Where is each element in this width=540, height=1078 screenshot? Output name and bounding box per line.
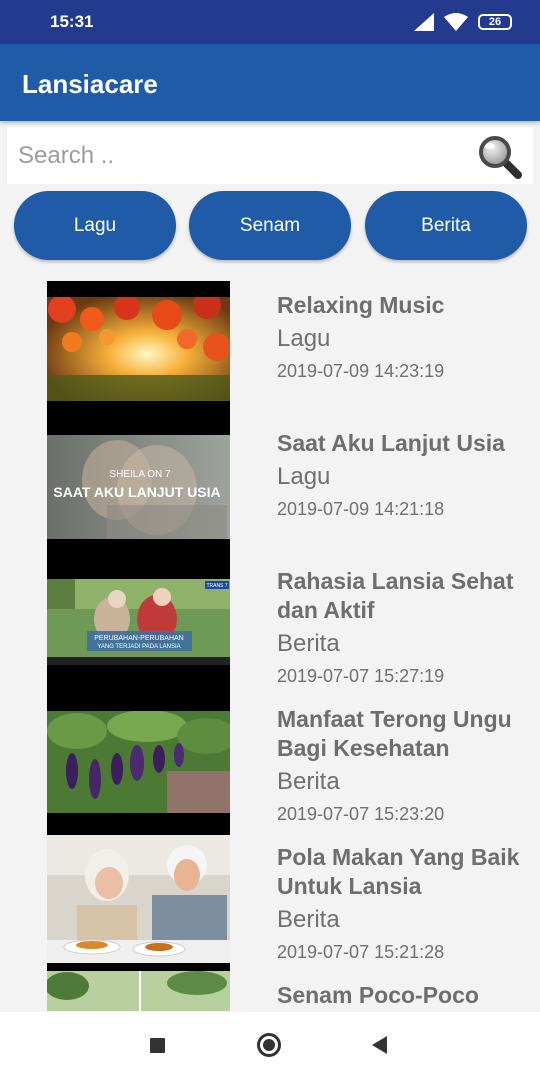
app-title: Lansiacare (22, 69, 158, 99)
item-title: Manfaat Terong Ungu Bagi Kesehatan (277, 706, 512, 761)
content-list: Relaxing Music Lagu 2019-07-09 14:23:19 (0, 281, 540, 1011)
item-thumbnail (47, 833, 230, 971)
item-category: Lagu (277, 463, 331, 490)
thumb-channel-text: TRANS 7 (206, 583, 227, 589)
elderly-couple-image (47, 835, 230, 963)
list-item[interactable]: Senam Poco-Poco (0, 971, 540, 1011)
item-text: Saat Aku Lanjut Usia Lagu 2019-07-09 14:… (277, 429, 535, 521)
search-bar (7, 127, 533, 184)
thumb-artist-text: SHEILA ON 7 (109, 469, 171, 480)
item-date: 2019-07-07 15:27:19 (277, 666, 445, 686)
back-button[interactable] (372, 1036, 387, 1054)
wifi-icon (444, 13, 468, 31)
item-text: Rahasia Lansia Sehat dan Aktif Berita 20… (277, 567, 535, 688)
exercise-video-image (47, 971, 230, 1011)
item-date: 2019-07-09 14:21:18 (277, 499, 445, 519)
app-bar: Lansiacare (0, 44, 540, 121)
status-time: 15:31 (50, 12, 94, 31)
search-icon[interactable] (477, 134, 523, 180)
item-title: Relaxing Music (277, 292, 445, 318)
item-category: Berita (277, 630, 340, 657)
list-item[interactable]: Manfaat Terong Ungu Bagi Kesehatan Berit… (0, 695, 540, 833)
item-date: 2019-07-09 14:23:19 (277, 361, 445, 381)
item-date: 2019-07-07 15:23:20 (277, 804, 445, 824)
battery-icon: 26 (478, 14, 512, 30)
item-thumbnail (47, 695, 230, 833)
thumb-song-text: SAAT AKU LANJUT USIA (53, 484, 220, 500)
song-cover-image: SHEILA ON 7 SAAT AKU LANJUT USIA (47, 435, 230, 539)
list-item[interactable]: Pola Makan Yang Baik Untuk Lansia Berita… (0, 833, 540, 971)
signal-icon (414, 13, 434, 31)
item-text: Manfaat Terong Ungu Bagi Kesehatan Berit… (277, 705, 535, 826)
item-title: Saat Aku Lanjut Usia (277, 430, 505, 456)
home-button[interactable] (257, 1033, 281, 1057)
news-video-image: PERUBAHAN-PERUBAHAN YANG TERJADI PADA LA… (47, 579, 230, 665)
item-thumbnail (47, 971, 230, 1011)
battery-level: 26 (488, 15, 502, 28)
item-text: Relaxing Music Lagu 2019-07-09 14:23:19 (277, 291, 535, 383)
item-title: Senam Poco-Poco (277, 982, 479, 1008)
recent-apps-button[interactable] (150, 1038, 165, 1053)
item-category: Berita (277, 768, 340, 795)
screen: 15:31 26 Lansiacare Search .. Lagu Senam… (0, 0, 540, 1078)
item-thumbnail: SHEILA ON 7 SAAT AKU LANJUT USIA (47, 419, 230, 557)
thumb-caption-line2: YANG TERJADI PADA LANSIA (97, 644, 180, 650)
item-text: Pola Makan Yang Baik Untuk Lansia Berita… (277, 843, 535, 964)
item-title: Rahasia Lansia Sehat dan Aktif (277, 568, 514, 623)
list-item[interactable]: SHEILA ON 7 SAAT AKU LANJUT USIA Saat Ak… (0, 419, 540, 557)
category-button-lagu[interactable]: Lagu (14, 191, 176, 260)
item-thumbnail (47, 281, 230, 419)
item-title: Pola Makan Yang Baik Untuk Lansia (277, 844, 520, 899)
eggplant-image (47, 711, 230, 813)
item-thumbnail: PERUBAHAN-PERUBAHAN YANG TERJADI PADA LA… (47, 557, 230, 695)
list-item[interactable]: Relaxing Music Lagu 2019-07-09 14:23:19 (0, 281, 540, 419)
status-bar: 15:31 26 (0, 0, 540, 44)
thumb-caption-line1: PERUBAHAN-PERUBAHAN (94, 635, 183, 642)
autumn-leaves-image (47, 297, 230, 401)
item-category: Berita (277, 906, 340, 933)
category-button-berita[interactable]: Berita (365, 191, 527, 260)
list-item[interactable]: PERUBAHAN-PERUBAHAN YANG TERJADI PADA LA… (0, 557, 540, 695)
status-icons: 26 (414, 11, 512, 33)
item-date: 2019-07-07 15:21:28 (277, 942, 445, 962)
search-input[interactable] (18, 135, 458, 177)
navigation-bar (0, 1012, 540, 1078)
category-button-senam[interactable]: Senam (189, 191, 351, 260)
item-text: Senam Poco-Poco (277, 981, 535, 1010)
item-category: Lagu (277, 325, 331, 352)
